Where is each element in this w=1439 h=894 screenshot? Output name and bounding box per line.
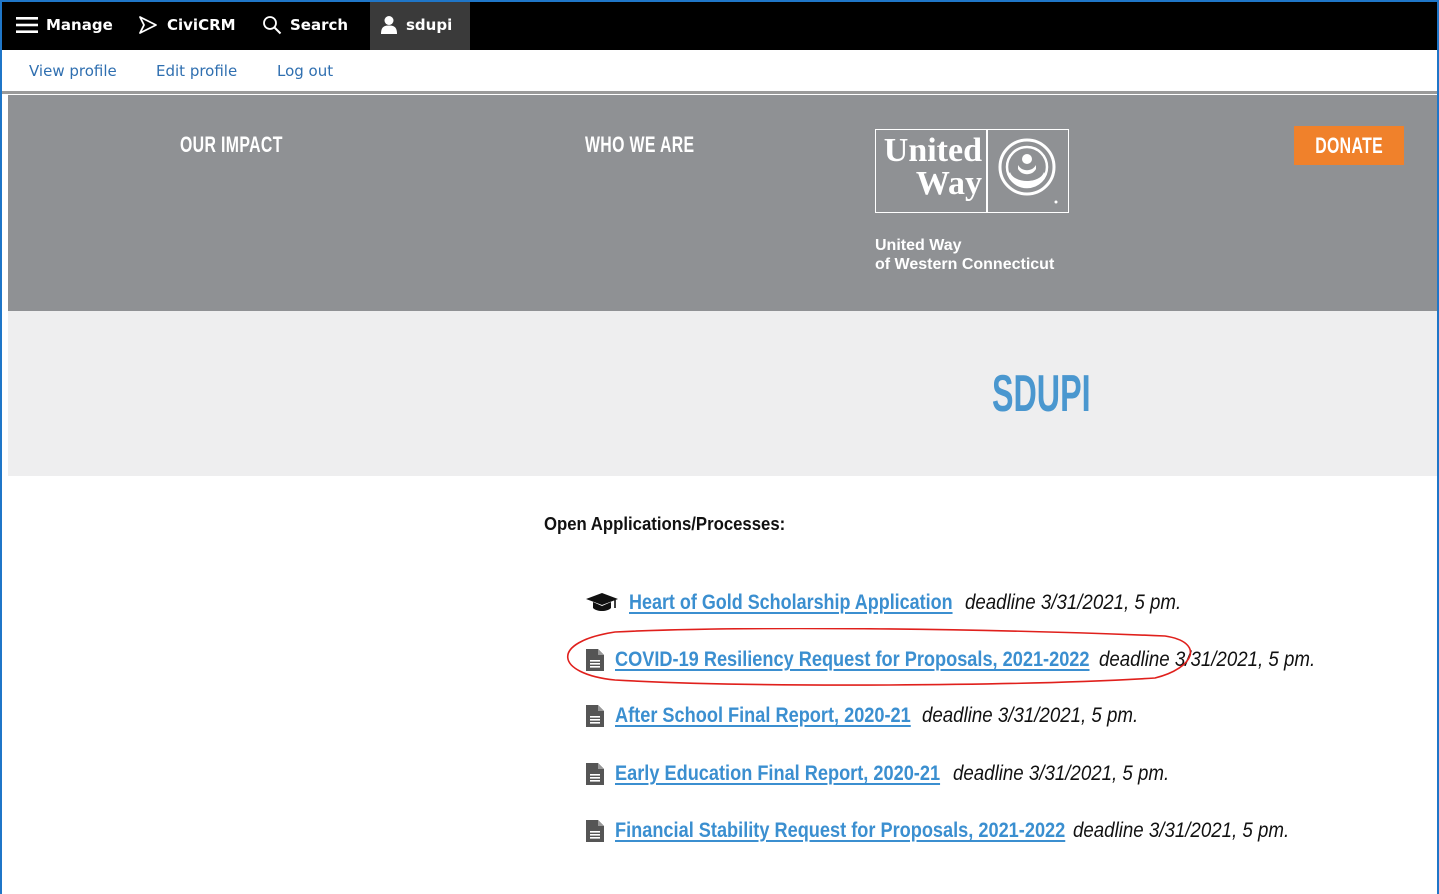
edit-profile-link[interactable]: Edit profile [156, 62, 237, 80]
document-icon [585, 648, 605, 672]
donate-button[interactable]: DONATE [1294, 126, 1404, 165]
nav-our-impact[interactable]: OUR IMPACT [180, 132, 283, 158]
list-item: Financial Stability Request for Proposal… [585, 817, 1315, 845]
manage-label: Manage [46, 16, 113, 34]
civicrm-button[interactable]: CiviCRM [137, 0, 236, 50]
hamburger-menu-icon [16, 16, 38, 34]
united-way-emblem-icon [996, 136, 1062, 211]
search-icon [262, 15, 282, 35]
admin-toolbar: Manage CiviCRM Search sdupi [0, 0, 1439, 50]
user-account-button[interactable]: sdupi [370, 0, 470, 50]
deadline-text: deadline 3/31/2021, 5 pm. [1072, 819, 1289, 842]
list-item: COVID-19 Resiliency Request for Proposal… [585, 646, 1341, 674]
deadline-text: deadline 3/31/2021, 5 pm. [952, 762, 1169, 785]
united-way-logo[interactable]: United Way [875, 129, 1069, 213]
graduation-cap-icon [585, 591, 619, 615]
logo-line-way: Way [915, 165, 982, 202]
civicrm-label: CiviCRM [167, 16, 236, 34]
deadline-text: deadline 3/31/2021, 5 pm. [965, 591, 1182, 614]
search-button[interactable]: Search [262, 0, 348, 50]
section-heading: Open Applications/Processes: [544, 514, 786, 534]
list-item: After School Final Report, 2020-21 deadl… [585, 702, 1165, 730]
organization-name: United Way of Western Connecticut [875, 236, 1054, 274]
list-item: Early Education Final Report, 2020-21 de… [585, 760, 1196, 788]
application-link[interactable]: After School Final Report, 2020-21 [615, 704, 911, 728]
page-title-band: SDUPI [8, 311, 1437, 476]
site-header: OUR IMPACT WHO WE ARE United Way United … [8, 95, 1437, 311]
user-label: sdupi [406, 16, 453, 34]
view-profile-link[interactable]: View profile [29, 62, 117, 80]
logo-line-united: United [883, 132, 982, 169]
logo-divider [986, 130, 988, 212]
org-name-line1: United Way [875, 237, 962, 254]
application-link[interactable]: Financial Stability Request for Proposal… [615, 819, 1065, 843]
nav-who-we-are[interactable]: WHO WE ARE [585, 132, 694, 158]
civicrm-logo-icon [137, 15, 159, 35]
list-item: Heart of Gold Scholarship Application de… [585, 589, 1208, 617]
search-label: Search [290, 16, 349, 34]
manage-button[interactable]: Manage [16, 0, 113, 50]
log-out-link[interactable]: Log out [277, 62, 333, 80]
deadline-text: deadline 3/31/2021, 5 pm. [921, 704, 1139, 727]
document-icon [585, 819, 605, 843]
user-icon [380, 15, 398, 35]
application-link[interactable]: Early Education Final Report, 2020-21 [615, 762, 940, 786]
application-link[interactable]: Heart of Gold Scholarship Application [629, 591, 953, 615]
org-name-line2: of Western Connecticut [875, 256, 1055, 273]
page-title: SDUPI [992, 365, 1091, 423]
user-tray: View profile Edit profile Log out [2, 50, 1437, 94]
document-icon [585, 762, 605, 786]
application-link[interactable]: COVID-19 Resiliency Request for Proposal… [615, 648, 1090, 672]
logo-wordmark: United Way [882, 132, 982, 202]
deadline-text: deadline 3/31/2021, 5 pm. [1098, 648, 1315, 671]
donate-label: DONATE [1315, 132, 1383, 158]
document-icon [585, 704, 605, 728]
